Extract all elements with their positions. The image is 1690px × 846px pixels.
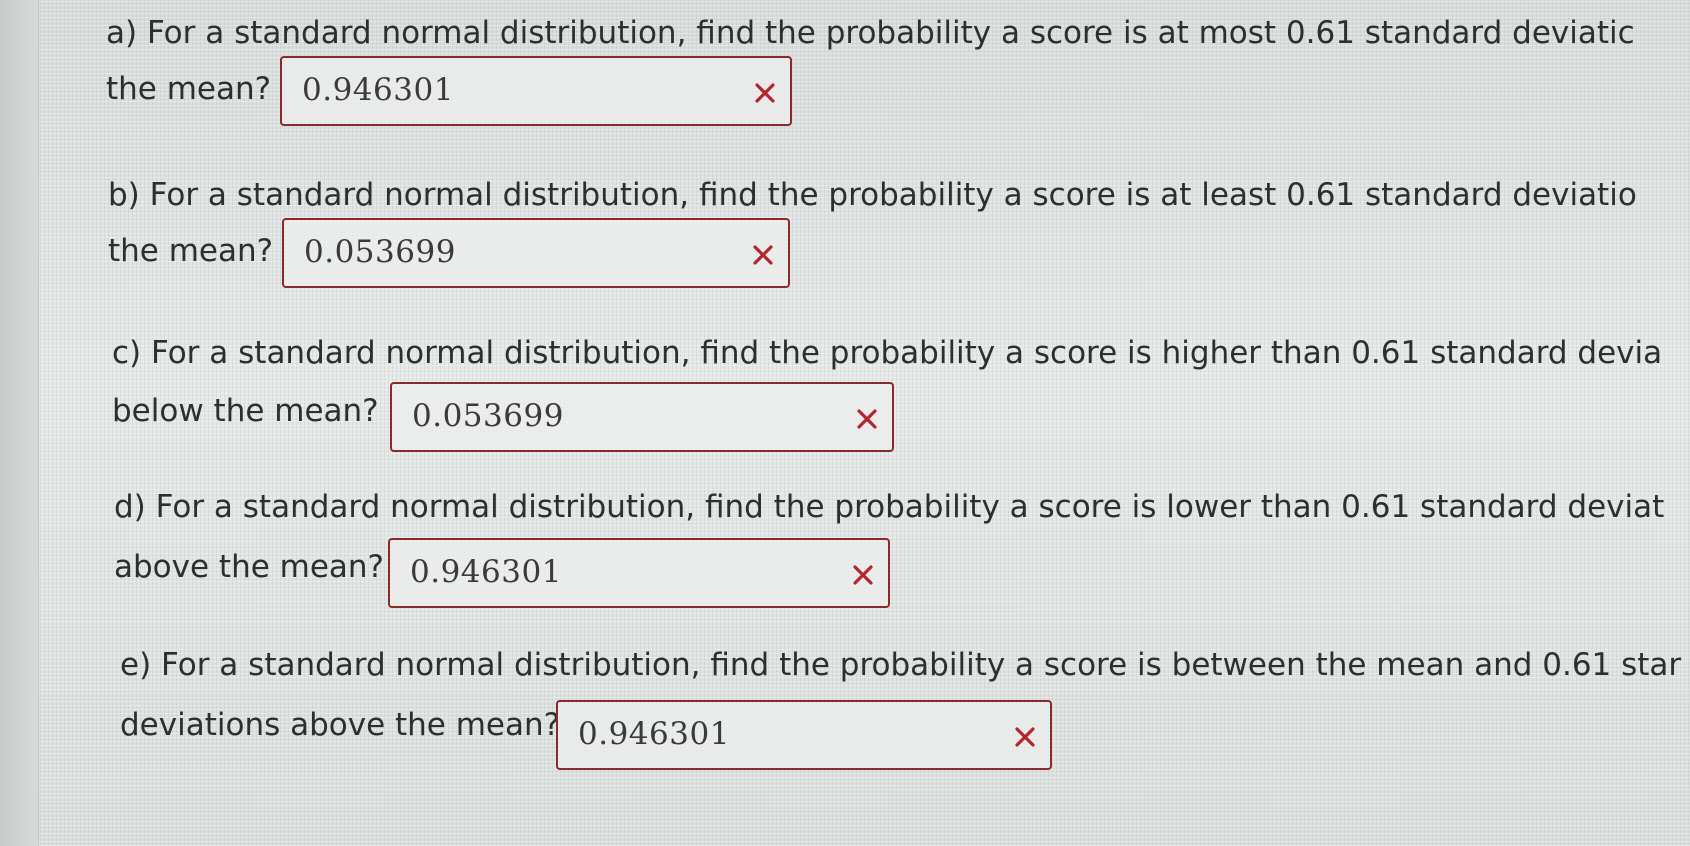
question-d-answer-value: 0.946301	[410, 554, 562, 590]
question-a-prompt-end: the mean?	[106, 71, 272, 107]
question-a-answer-value: 0.946301	[302, 72, 454, 108]
incorrect-x-icon	[755, 83, 775, 103]
question-e-answer-field[interactable]: 0.946301	[556, 700, 1052, 770]
question-a-prompt: a) For a standard normal distribution, f…	[106, 15, 1635, 51]
page-left-margin	[0, 0, 39, 846]
question-b-prompt-end: the mean?	[108, 233, 274, 269]
incorrect-x-icon	[1015, 727, 1035, 747]
incorrect-x-icon	[857, 409, 877, 429]
incorrect-x-icon	[853, 565, 873, 585]
question-c-prompt-end: below the mean?	[112, 393, 379, 429]
question-d-answer-field[interactable]: 0.946301	[388, 538, 890, 608]
question-e-prompt: e) For a standard normal distribution, f…	[120, 647, 1682, 683]
question-a-answer-field[interactable]: 0.946301	[280, 56, 792, 126]
question-c-prompt: c) For a standard normal distribution, f…	[112, 335, 1663, 371]
question-c-answer-value: 0.053699	[412, 398, 564, 434]
question-e-prompt-end: deviations above the mean?	[120, 707, 561, 743]
question-b-answer-field[interactable]: 0.053699	[282, 218, 790, 288]
question-d-prompt-end: above the mean?	[114, 549, 385, 585]
question-b-answer-value: 0.053699	[304, 234, 456, 270]
incorrect-x-icon	[753, 245, 773, 265]
question-e-answer-value: 0.946301	[578, 716, 730, 752]
question-b-prompt: b) For a standard normal distribution, f…	[108, 177, 1637, 213]
question-c-answer-field[interactable]: 0.053699	[390, 382, 894, 452]
question-d-prompt: d) For a standard normal distribution, f…	[114, 489, 1665, 525]
